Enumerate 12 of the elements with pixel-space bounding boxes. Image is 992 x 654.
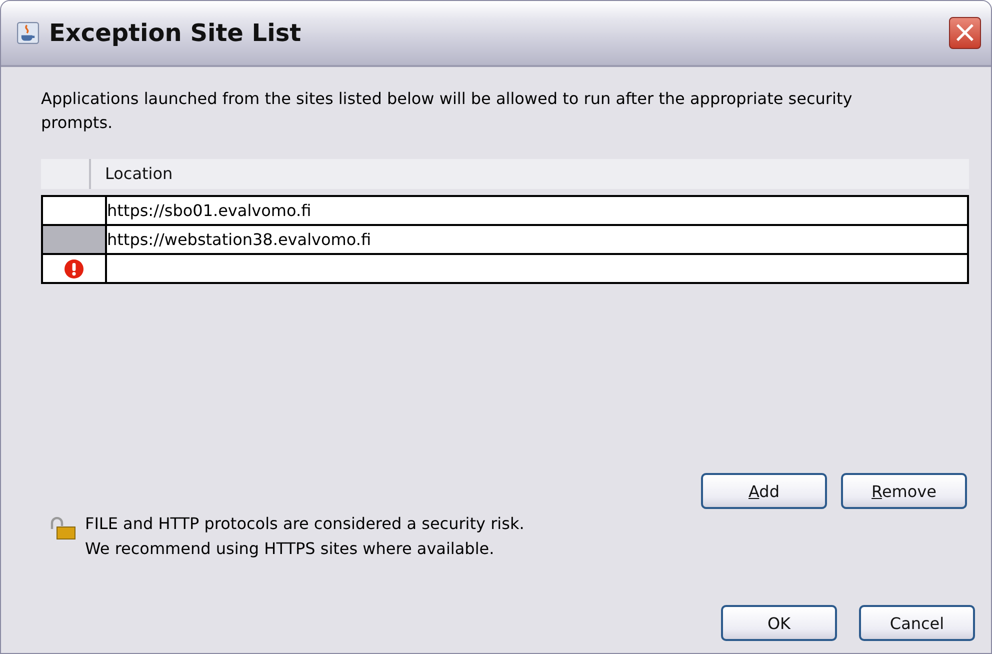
close-button[interactable]: × bbox=[949, 17, 981, 49]
error-icon bbox=[64, 258, 84, 278]
row-header[interactable] bbox=[43, 255, 105, 282]
coffee-cup-icon bbox=[17, 22, 39, 44]
warning-text: FILE and HTTP protocols are considered a security risk. bbox=[85, 513, 524, 535]
dialog-button[interactable]: OK bbox=[721, 605, 837, 641]
warning-text: We recommend using HTTPS sites where available. bbox=[85, 538, 496, 560]
dialog-button[interactable]: Cancel bbox=[859, 605, 975, 641]
description-text: Applications launched from the sites listed below will be allowed to run after the appropriate security prompts. bbox=[41, 88, 854, 134]
list-button[interactable]: Remove bbox=[841, 473, 967, 509]
list-button[interactable]: Add bbox=[701, 473, 827, 509]
window-title: Exception Site List bbox=[49, 19, 302, 47]
